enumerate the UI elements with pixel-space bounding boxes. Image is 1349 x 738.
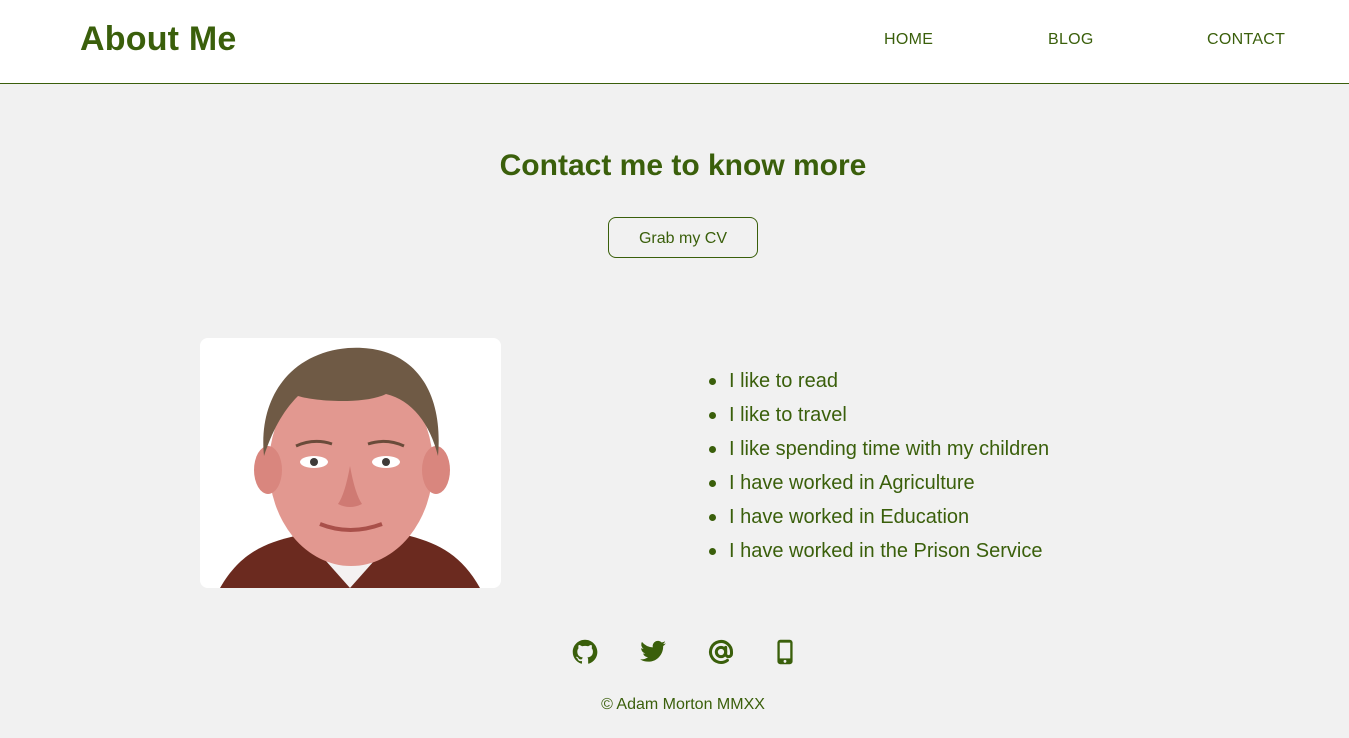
site-title: About Me [80,20,237,58]
nav-blog-link[interactable]: BLOG [1048,31,1094,49]
email-at-icon[interactable] [707,638,735,666]
portrait-photo [200,338,501,588]
list-item: I like to travel [708,398,1049,432]
list-item: I have worked in Agriculture [708,466,1049,500]
nav-home-link[interactable]: HOME [884,31,933,49]
list-item: I have worked in Education [708,500,1049,534]
phone-icon[interactable] [771,638,799,666]
github-icon[interactable] [571,638,599,666]
list-item: I have worked in the Prison Service [708,534,1049,568]
nav-contact-link[interactable]: CONTACT [1207,31,1285,49]
page-heading: Contact me to know more [499,149,867,182]
grab-cv-button[interactable]: Grab my CV [608,217,758,258]
twitter-icon[interactable] [639,638,667,666]
copyright-text: © Adam Morton MMXX [601,696,765,713]
facts-list: I like to read I like to travel I like s… [707,364,1049,568]
list-item: I like spending time with my children [708,432,1049,466]
list-item: I like to read [708,364,1049,398]
site-header: About Me HOME BLOG CONTACT [0,0,1349,84]
portrait-illustration [200,338,501,588]
